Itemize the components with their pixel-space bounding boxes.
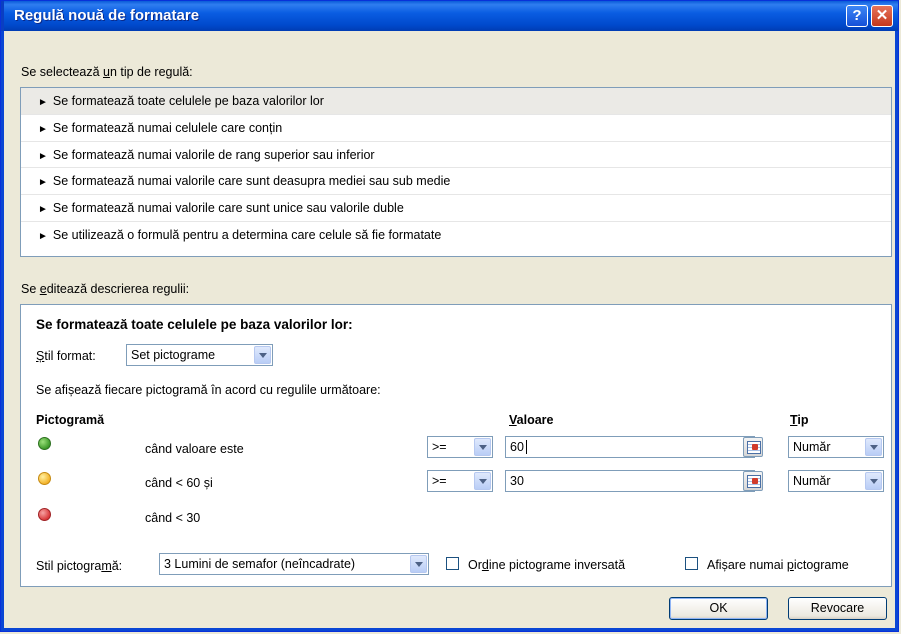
value-input[interactable]: 30 [505,470,755,492]
window-border-bottom [1,628,898,631]
column-header-icon: Pictogramă [36,413,105,427]
help-icon: ? [852,7,862,24]
arrow-right-icon: ► [38,123,48,135]
value-input[interactable]: 60 [505,436,755,458]
condition-label: când < 30 [145,511,201,525]
rule-description-label: Se editează descrierea regulii: [21,282,190,296]
cell-reference-icon[interactable] [743,471,763,491]
rule-type-list[interactable]: ► Se formatează toate celulele pe baza va… [20,87,892,257]
column-header-type: Tip [790,413,809,427]
arrow-right-icon: ► [38,230,48,242]
show-icon-only-checkbox[interactable] [685,557,698,570]
chevron-down-icon[interactable] [865,472,882,490]
rule-type-item[interactable]: ► Se formatează numai valorile care sunt … [21,195,891,222]
description-heading: Se formatează toate celulele pe baza val… [36,317,353,332]
arrow-right-icon: ► [38,97,48,108]
condition-label: când < 60 și [145,476,213,490]
window-border-right [895,31,898,631]
chevron-down-icon[interactable] [474,438,491,456]
rule-type-item[interactable]: ► Se formatează toate celulele pe baza va… [21,88,891,115]
arrow-right-icon: ► [38,204,48,216]
type-select[interactable]: Număr [788,436,884,458]
chevron-down-icon[interactable] [474,472,491,490]
chevron-down-icon[interactable] [254,346,271,364]
red-light-icon [38,508,51,521]
condition-label: când valoare este [145,442,244,456]
icon-style-select[interactable]: 3 Lumini de semafor (neîncadrate) [159,553,429,575]
chevron-down-icon[interactable] [410,555,427,573]
reverse-order-checkbox[interactable] [446,557,459,570]
rule-type-item[interactable]: ► Se formatează numai celulele care conți… [21,115,891,142]
rule-description-panel: Se formatează toate celulele pe baza val… [20,304,892,587]
ok-button[interactable]: OK [669,597,768,620]
format-style-select[interactable]: Set pictograme [126,344,273,366]
arrow-right-icon: ► [38,150,48,162]
title-bar[interactable]: Regulă nouă de formatare ? ✕ [1,1,898,31]
chevron-down-icon[interactable] [865,438,882,456]
cancel-button[interactable]: Revocare [788,597,887,620]
rules-caption: Se afișează fiecare pictogramă în acord … [36,383,381,397]
arrow-right-icon: ► [38,177,48,189]
operator-select[interactable]: >= [427,436,493,458]
rule-type-item[interactable]: ► Se formatează numai valorile care sunt … [21,168,891,196]
window-border-left [1,31,4,631]
type-select[interactable]: Număr [788,470,884,492]
green-light-icon [38,437,51,450]
column-header-value: Valoare [509,413,554,427]
dialog-window: Regulă nouă de formatare ? ✕ Se selectea… [0,0,899,632]
rule-type-item[interactable]: ► Se formatează numai valorile de rang su… [21,142,891,169]
show-icon-only-label: Afișare numai pictograme [707,558,849,572]
format-style-label: Știl format: [36,349,96,363]
close-icon: ✕ [875,7,889,24]
close-button[interactable]: ✕ [871,5,893,27]
cell-reference-icon[interactable] [743,437,763,457]
operator-select[interactable]: >= [427,470,493,492]
yellow-light-icon [38,472,51,485]
reverse-order-label: Ordine pictograme inversată [468,558,626,572]
help-button[interactable]: ? [846,5,868,27]
dialog-title: Regulă nouă de formatare [14,7,200,24]
text-caret [526,440,527,454]
icon-style-label: Stil pictogramă: [36,559,123,573]
rule-type-item[interactable]: ► Se utilizează o formulă pentru a determ… [21,222,891,249]
rule-type-label: Se selectează un tip de regulă: [21,65,193,79]
